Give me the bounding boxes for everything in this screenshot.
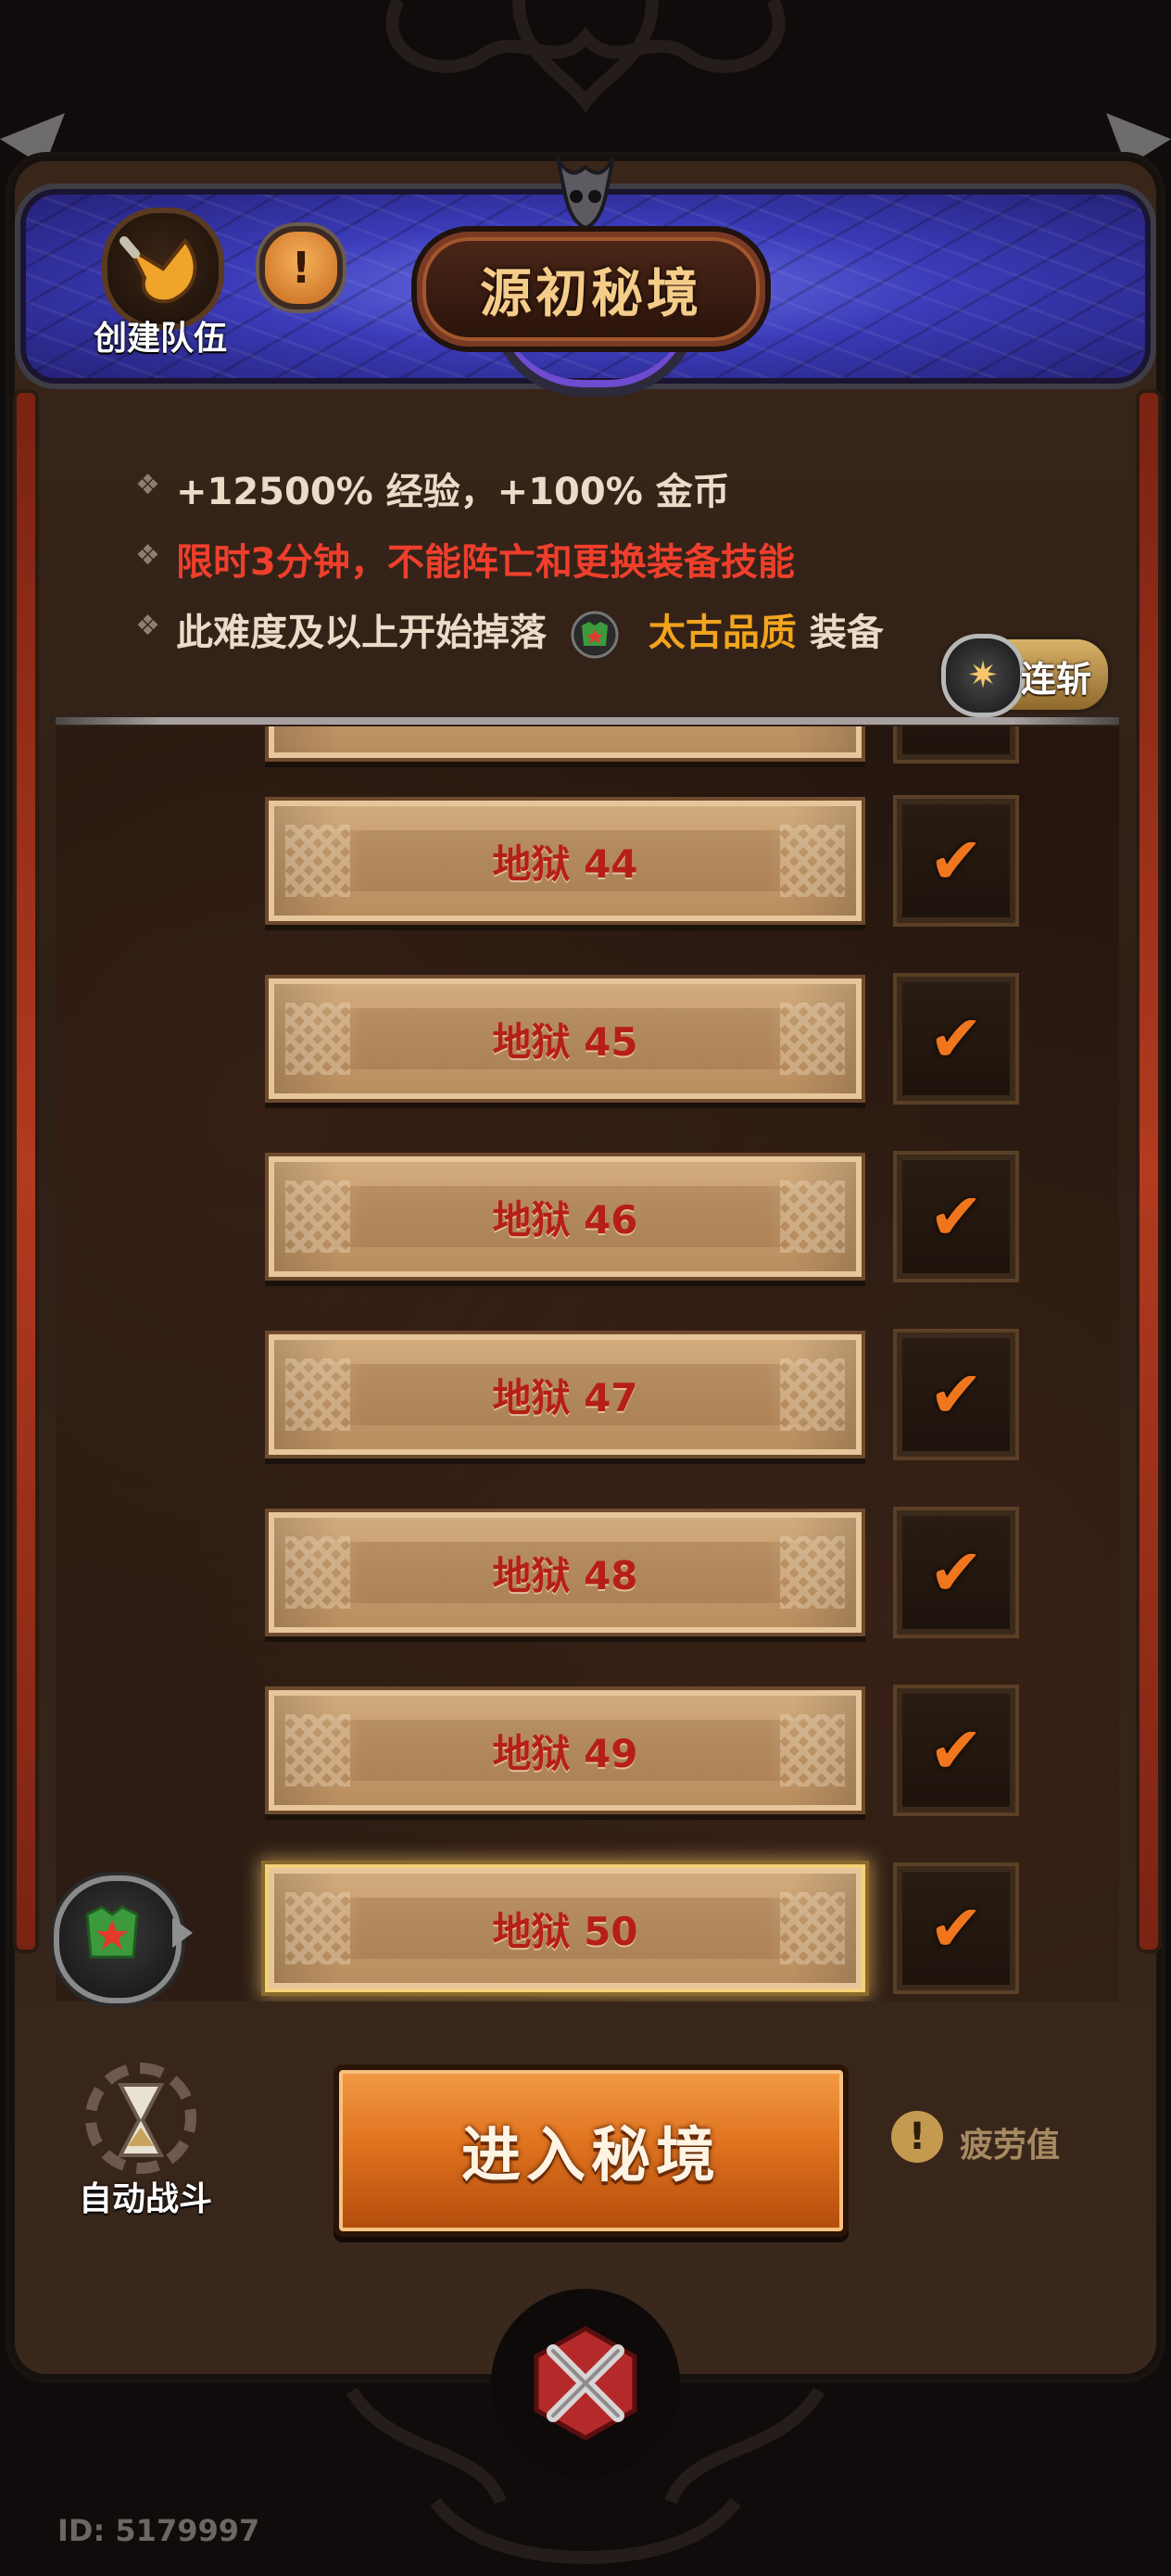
level-plank[interactable]: 地狱 47	[265, 1331, 865, 1458]
knot-ornament	[780, 1714, 845, 1787]
level-label: 地狱 46	[492, 1196, 638, 1243]
armor-icon	[85, 1905, 139, 1959]
level-checkbox[interactable]: ✔	[893, 973, 1019, 1105]
check-icon: ✔	[928, 1179, 984, 1255]
knot-ornament	[780, 825, 845, 897]
chain-kill-label: 连斩	[1021, 659, 1092, 700]
knot-ornament	[285, 1358, 350, 1431]
armor-icon	[571, 611, 619, 659]
skull-ornament-icon	[556, 157, 615, 231]
level-row[interactable]: ✔	[56, 726, 1119, 764]
level-plank[interactable]: 地狱 44	[265, 797, 865, 925]
bullet-icon: ❖	[135, 469, 160, 501]
close-button[interactable]	[491, 2289, 680, 2478]
enter-dungeon-label: 进入秘境	[461, 2122, 721, 2191]
reward-bonus-text: +12500% 经验，+100% 金币	[176, 471, 730, 513]
current-level-indicator	[54, 1875, 182, 2003]
knot-ornament	[780, 1358, 845, 1431]
level-checkbox[interactable]: ✔	[893, 1329, 1019, 1460]
level-label: 地狱 44	[492, 840, 638, 887]
exclamation-icon: !	[291, 243, 311, 293]
level-plank[interactable]: 地狱 48	[265, 1509, 865, 1636]
auto-battle-label: 自动战斗	[78, 2180, 212, 2218]
check-icon: ✔	[928, 1890, 984, 1966]
level-label: 地狱 45	[492, 1018, 638, 1065]
knot-ornament	[285, 1181, 350, 1253]
level-row-selected[interactable]: 地狱 50 ✔	[56, 1863, 1119, 1994]
drop-info-text: 此难度及以上开始掉落 太古品质 装备	[176, 602, 884, 659]
level-plank[interactable]	[265, 726, 865, 762]
level-row[interactable]: 地狱 44 ✔	[56, 795, 1119, 927]
hourglass-icon	[117, 2083, 165, 2157]
star-burst-icon: ✷	[941, 634, 1025, 717]
auto-battle-button[interactable]: 自动战斗	[57, 2063, 233, 2220]
fatigue-label: 疲劳值	[960, 2127, 1061, 2165]
knot-ornament	[285, 1003, 350, 1075]
level-row[interactable]: 地狱 45 ✔	[56, 973, 1119, 1105]
indicator-arrow-icon	[172, 1918, 193, 1948]
left-rail	[13, 389, 39, 1953]
knot-ornament	[285, 825, 350, 897]
knot-ornament	[285, 1892, 350, 1964]
check-icon: ✔	[928, 1712, 984, 1788]
knot-ornament	[780, 1181, 845, 1253]
close-icon	[534, 2326, 637, 2441]
level-checkbox[interactable]: ✔	[893, 1507, 1019, 1638]
level-label: 地狱 50	[492, 1908, 638, 1954]
right-rail	[1136, 389, 1162, 1953]
check-icon: ✔	[928, 1357, 984, 1433]
level-label: 地狱 47	[492, 1374, 638, 1421]
bullet-icon: ❖	[135, 610, 160, 642]
chain-kill-button[interactable]: ✷ 连斩	[938, 634, 1112, 717]
check-icon: ✔	[928, 823, 984, 899]
knot-ornament	[780, 1536, 845, 1609]
level-label: 地狱 49	[492, 1730, 638, 1776]
level-label: 地狱 48	[492, 1552, 638, 1598]
drop-info-prefix: 此难度及以上开始掉落	[176, 612, 547, 654]
level-plank-selected[interactable]: 地狱 50	[265, 1864, 865, 1992]
knot-ornament	[780, 1003, 845, 1075]
check-icon: ✔	[929, 726, 984, 736]
drop-info-suffix: 装备	[809, 612, 884, 654]
level-plank[interactable]: 地狱 49	[265, 1686, 865, 1814]
level-plank[interactable]: 地狱 46	[265, 1153, 865, 1281]
user-id: ID: 5179997	[57, 2513, 260, 2548]
level-row[interactable]: 地狱 47 ✔	[56, 1329, 1119, 1460]
create-team-button[interactable]: 创建队伍	[82, 208, 239, 365]
knot-ornament	[780, 1892, 845, 1964]
horn-icon	[120, 236, 197, 304]
page-title: 源初秘境	[480, 263, 702, 324]
time-limit-warning-text: 限时3分钟，不能阵亡和更换装备技能	[176, 541, 795, 584]
quality-name: 太古品质	[648, 612, 797, 654]
level-row[interactable]: 地狱 48 ✔	[56, 1507, 1119, 1638]
create-team-label: 创建队伍	[93, 320, 227, 358]
level-checkbox[interactable]: ✔	[893, 1863, 1019, 1994]
check-icon: ✔	[928, 1001, 984, 1077]
title-plate: 源初秘境	[417, 232, 765, 347]
bullet-icon: ❖	[135, 539, 160, 572]
fatigue-info[interactable]: ! 疲劳值	[891, 2111, 1095, 2166]
level-checkbox[interactable]: ✔	[893, 726, 1019, 764]
level-checkbox[interactable]: ✔	[893, 795, 1019, 927]
exclamation-icon: !	[891, 2111, 943, 2163]
level-row[interactable]: 地狱 46 ✔	[56, 1151, 1119, 1282]
info-button[interactable]: !	[259, 226, 343, 309]
knot-ornament	[285, 1536, 350, 1609]
level-plank[interactable]: 地狱 45	[265, 975, 865, 1103]
level-list[interactable]: ✔ 地狱 44 ✔ 地狱 45 ✔ 地狱 46 ✔	[56, 726, 1119, 2001]
enter-dungeon-button[interactable]: 进入秘境	[334, 2065, 849, 2237]
knot-ornament	[285, 1714, 350, 1787]
check-icon: ✔	[928, 1534, 984, 1610]
level-row[interactable]: 地狱 49 ✔	[56, 1685, 1119, 1816]
level-checkbox[interactable]: ✔	[893, 1151, 1019, 1282]
level-checkbox[interactable]: ✔	[893, 1685, 1019, 1816]
section-divider	[56, 717, 1119, 725]
